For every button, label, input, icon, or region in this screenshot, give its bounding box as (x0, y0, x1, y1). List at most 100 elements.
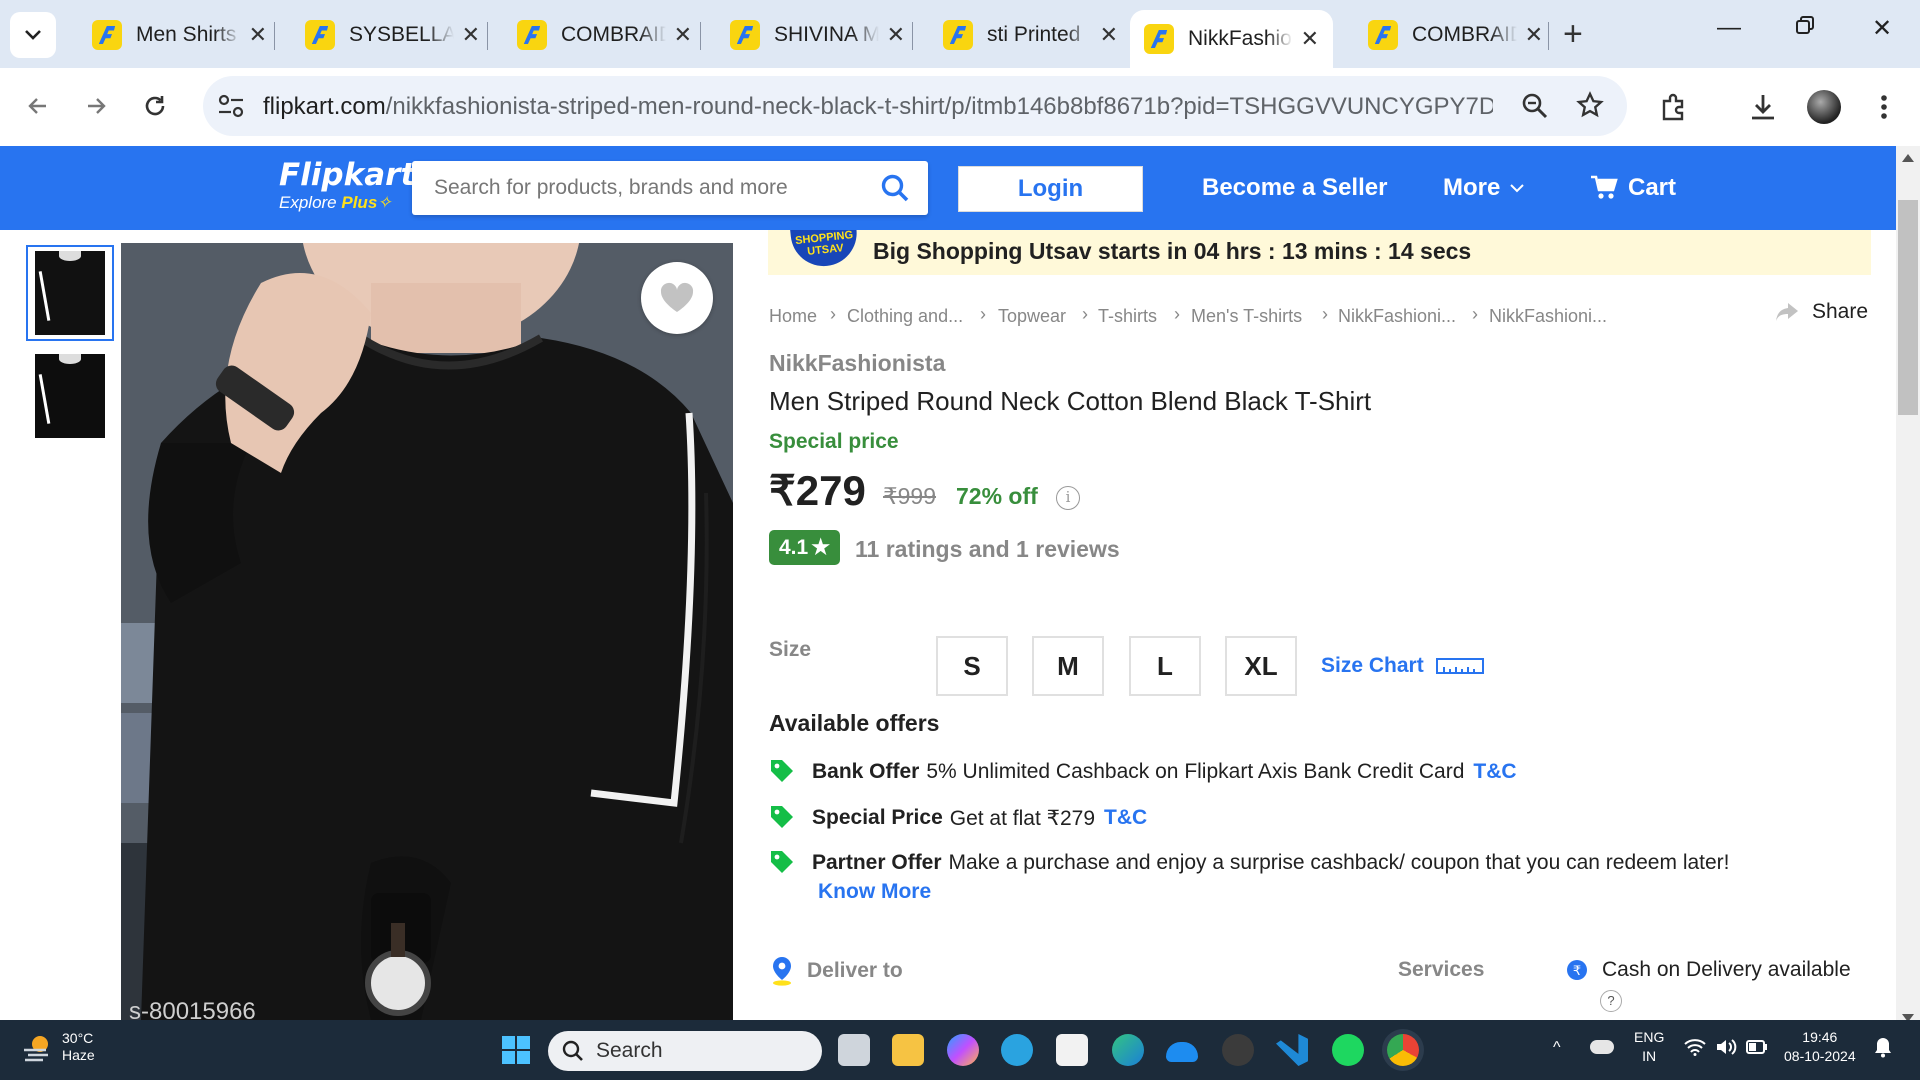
ratings-reviews-count[interactable]: 11 ratings and 1 reviews (855, 536, 1120, 563)
forward-button[interactable] (76, 86, 116, 126)
weather-haze-icon (24, 1036, 48, 1062)
close-tab-icon[interactable]: ✕ (1301, 26, 1319, 52)
size-label: Size (769, 638, 812, 661)
close-tab-icon[interactable]: ✕ (674, 22, 692, 48)
flipkart-logo[interactable]: Flipkart Explore Plus✧ (279, 158, 415, 213)
product-thumbnail-1[interactable] (26, 245, 114, 341)
notification-bell-icon[interactable] (1874, 1036, 1892, 1063)
close-window-button[interactable]: ✕ (1862, 14, 1902, 43)
back-button[interactable] (18, 86, 58, 126)
tab-combraided[interactable]: COMBRAIDED ✕ (503, 12, 706, 58)
show-hidden-icons-button[interactable]: ^ (1553, 1038, 1561, 1057)
address-bar[interactable]: flipkart.com/nikkfashionista-striped-men… (203, 76, 1627, 136)
product-image[interactable]: s-80015966 (121, 243, 733, 1020)
price-info-icon[interactable]: i (1056, 486, 1080, 510)
downloads-button[interactable] (1743, 87, 1783, 127)
breadcrumb-item[interactable]: T-shirts (1098, 306, 1157, 327)
help-question-icon[interactable]: ? (1600, 990, 1622, 1012)
tab-sysbella[interactable]: SYSBELLA ✕ (291, 12, 494, 58)
search-input[interactable] (434, 161, 854, 215)
breadcrumb-item[interactable]: Clothing and... (847, 306, 963, 327)
vscode-icon[interactable] (1276, 1034, 1308, 1066)
volume-icon[interactable] (1716, 1038, 1738, 1061)
restore-button[interactable] (1785, 14, 1825, 42)
tab-search-button[interactable] (10, 12, 56, 58)
tab-sti-printed[interactable]: sti Printed ✕ (929, 12, 1132, 58)
chevron-down-icon (25, 30, 41, 40)
copilot-icon[interactable] (947, 1034, 979, 1066)
clock[interactable]: 19:46 08-10-2024 (1784, 1028, 1856, 1066)
breadcrumb-item[interactable]: Men's T-shirts (1191, 306, 1302, 327)
offer-tc-link[interactable]: T&C (1473, 760, 1516, 784)
file-explorer-icon[interactable] (892, 1034, 924, 1066)
share-button[interactable]: Share (1776, 300, 1868, 324)
url-text[interactable]: flipkart.com/nikkfashionista-striped-men… (263, 93, 1493, 121)
offer-tc-link[interactable]: T&C (1104, 806, 1147, 830)
reload-button[interactable] (135, 86, 175, 126)
taskbar-search[interactable]: Search (548, 1031, 822, 1071)
offer-title: Bank Offer (812, 760, 920, 783)
cart-link[interactable]: Cart (1590, 174, 1676, 202)
tab-nikkfashionista[interactable]: NikkFashionista ✕ (1130, 10, 1333, 68)
product-thumbnail-2[interactable] (26, 348, 114, 444)
size-chart-link[interactable]: Size Chart (1321, 654, 1484, 678)
site-info-icon[interactable] (217, 93, 245, 119)
chrome-icon[interactable] (1387, 1034, 1419, 1066)
scroll-up-icon[interactable] (1902, 154, 1914, 162)
scrollbar-thumb[interactable] (1898, 200, 1918, 415)
weather-widget[interactable]: 30°C Haze (22, 1030, 95, 1064)
onedrive-icon[interactable] (1166, 1042, 1198, 1062)
rating-badge[interactable]: 4.1 ★ (769, 530, 841, 565)
battery-icon[interactable] (1746, 1040, 1768, 1059)
size-option-m[interactable]: M (1032, 636, 1104, 696)
close-tab-icon[interactable]: ✕ (1525, 22, 1543, 48)
language-indicator[interactable]: ENG IN (1634, 1028, 1664, 1066)
tab-men-shirts[interactable]: Men Shirts ✕ (78, 12, 281, 58)
tab-shivina[interactable]: SHIVINA M ✕ (716, 12, 919, 58)
product-brand[interactable]: NikkFashionista (769, 350, 945, 377)
share-icon (1776, 303, 1798, 321)
wifi-icon[interactable] (1684, 1038, 1706, 1061)
heart-icon (660, 282, 694, 312)
onedrive-tray-icon[interactable] (1590, 1040, 1614, 1054)
size-option-xl[interactable]: XL (1225, 636, 1297, 696)
tab-title: SYSBELLA (349, 23, 454, 46)
size-option-l[interactable]: L (1129, 636, 1201, 696)
new-tab-button[interactable]: + (1563, 14, 1583, 54)
close-tab-icon[interactable]: ✕ (1100, 22, 1118, 48)
telegram-icon[interactable] (1001, 1034, 1033, 1066)
profile-avatar[interactable] (1804, 87, 1844, 127)
become-seller-link[interactable]: Become a Seller (1202, 174, 1387, 202)
search-button[interactable] (880, 173, 910, 208)
breadcrumb-item[interactable]: Home (769, 306, 817, 327)
edge-icon[interactable] (1112, 1034, 1144, 1066)
offer-item: Bank Offer 5% Unlimited Cashback on Flip… (769, 760, 1517, 784)
wishlist-button[interactable] (641, 262, 713, 334)
task-view-icon[interactable] (838, 1034, 870, 1066)
tab-combraided-2[interactable]: COMBRAIDED ✕ (1354, 12, 1557, 58)
extensions-button[interactable] (1654, 87, 1694, 127)
tab-title: SHIVINA M (774, 23, 879, 46)
zoom-icon[interactable] (1521, 92, 1549, 120)
app-icon[interactable] (1222, 1034, 1254, 1066)
logo-subtitle: Explore Plus✧ (279, 193, 392, 212)
close-tab-icon[interactable]: ✕ (462, 22, 480, 48)
breadcrumb-item[interactable]: Topwear (998, 306, 1066, 327)
breadcrumb-item[interactable]: NikkFashioni... (1489, 306, 1607, 327)
size-option-s[interactable]: S (936, 636, 1008, 696)
bookmark-star-icon[interactable] (1576, 91, 1604, 119)
know-more-link[interactable]: Know More (818, 880, 931, 904)
spotify-icon[interactable] (1332, 1034, 1364, 1066)
ruler-icon (1435, 658, 1484, 674)
close-tab-icon[interactable]: ✕ (249, 22, 267, 48)
minimize-button[interactable]: — (1709, 14, 1749, 42)
browser-menu-button[interactable] (1864, 87, 1904, 127)
cod-text: Cash on Delivery available (1602, 958, 1851, 981)
start-button[interactable] (502, 1036, 530, 1069)
close-tab-icon[interactable]: ✕ (887, 22, 905, 48)
microsoft-store-icon[interactable] (1056, 1034, 1088, 1066)
size-chart-label: Size Chart (1321, 654, 1424, 677)
breadcrumb-item[interactable]: NikkFashioni... (1338, 306, 1456, 327)
login-button[interactable]: Login (958, 166, 1143, 212)
more-menu[interactable]: More (1443, 174, 1525, 202)
